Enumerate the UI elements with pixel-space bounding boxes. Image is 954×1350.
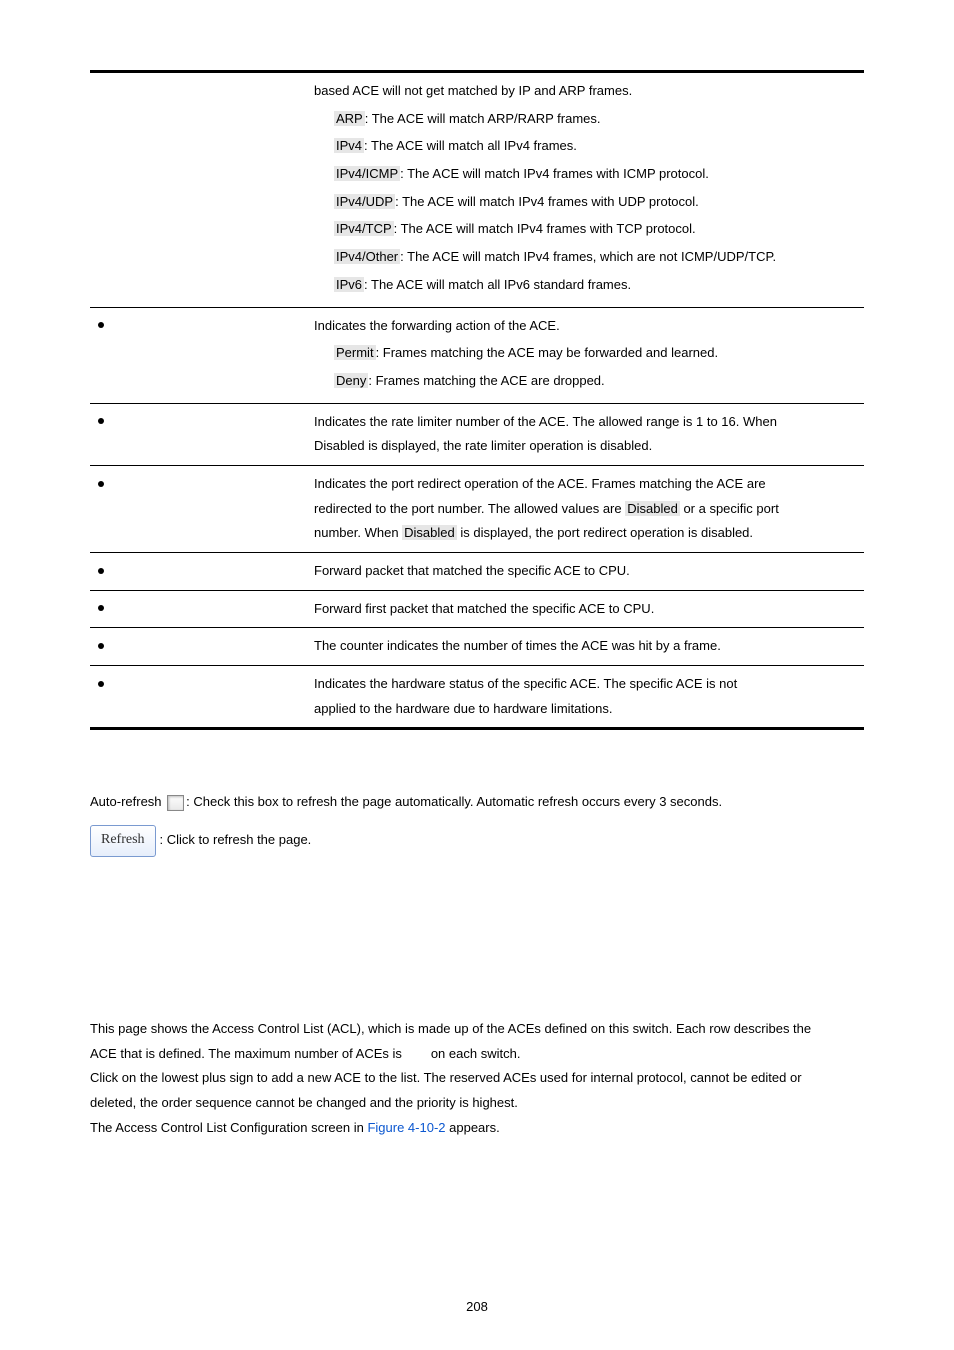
sub-item: IPv4/ICMP: The ACE will match IPv4 frame… [314,162,856,187]
text-line: applied to the hardware due to hardware … [314,697,856,722]
text-line: Forward first packet that matched the sp… [314,597,856,622]
text-line: Disabled is displayed, the rate limiter … [314,434,856,459]
sub-item: IPv6: The ACE will match all IPv6 standa… [314,273,856,298]
page-number: 208 [0,1295,954,1320]
text-line: deleted, the order sequence cannot be ch… [90,1091,864,1116]
body-paragraphs: This page shows the Access Control List … [90,1017,864,1140]
sub-item: IPv4/TCP: The ACE will match IPv4 frames… [314,217,856,242]
sub-item: Permit: Frames matching the ACE may be f… [314,341,856,366]
table-left-cell: Rate Limiter [90,403,306,465]
bullet-icon [98,322,104,328]
text-line: Click on the lowest plus sign to add a n… [90,1066,864,1091]
table-right-cell: Indicates the rate limiter number of the… [306,403,864,465]
parameters-table: based ACE will not get matched by IP and… [90,70,864,730]
sub-item: Deny: Frames matching the ACE are droppe… [314,369,856,394]
table-left-cell: CPU Once [90,590,306,628]
text-line: Indicates the port redirect operation of… [314,472,856,497]
bullet-icon [98,481,104,487]
refresh-description: Refresh : Click to refresh the page. [90,825,864,857]
sub-item: IPv4/Other: The ACE will match IPv4 fram… [314,245,856,270]
text-line: Indicates the forwarding action of the A… [314,314,856,339]
table-right-cell: Forward first packet that matched the sp… [306,590,864,628]
sub-item: IPv4/UDP: The ACE will match IPv4 frames… [314,190,856,215]
table-right-cell: Forward packet that matched the specific… [306,553,864,591]
text-line: ACE that is defined. The maximum number … [90,1042,864,1067]
table-left-cell: CPU [90,553,306,591]
figure-link: Figure 4-10-2 [367,1120,445,1135]
table-right-cell: The counter indicates the number of time… [306,628,864,666]
table-right-cell: Indicates the forwarding action of the A… [306,307,864,403]
text-line: number. When Disabled is displayed, the … [314,521,856,546]
table-left-cell [90,72,306,308]
table-right-cell: Indicates the hardware status of the spe… [306,666,864,729]
table-left-cell: Action [90,307,306,403]
bullet-icon [98,681,104,687]
text-line: Forward packet that matched the specific… [314,559,856,584]
text-line: The Access Control List Configuration sc… [90,1116,864,1141]
text-line: The counter indicates the number of time… [314,634,856,659]
bullet-icon [98,418,104,424]
section-heading: 4.10.2 Access Control List Configuration [90,967,864,999]
text: : Check this box to refresh the page aut… [186,794,722,809]
checkbox-icon [167,795,184,811]
bullet-icon [98,568,104,574]
text-line: based ACE will not get matched by IP and… [314,79,856,104]
sub-item: IPv4: The ACE will match all IPv4 frames… [314,134,856,159]
bullet-icon [98,605,104,611]
refresh-button-image: Refresh [90,825,156,857]
text: : Click to refresh the page. [160,832,312,847]
text-line: This page shows the Access Control List … [90,1017,864,1042]
text: Auto-refresh [90,794,165,809]
text-line: Indicates the hardware status of the spe… [314,672,856,697]
text-line: redirected to the port number. The allow… [314,497,856,522]
table-left-cell: Counter [90,628,306,666]
table-right-cell: based ACE will not get matched by IP and… [306,72,864,308]
table-left-cell: Conflict [90,666,306,729]
auto-refresh-description: Auto-refresh : Check this box to refresh… [90,790,864,815]
table-left-cell: Port Redirect [90,465,306,552]
bullet-icon [98,643,104,649]
text-line: Indicates the rate limiter number of the… [314,410,856,435]
sub-item: ARP: The ACE will match ARP/RARP frames. [314,107,856,132]
table-right-cell: Indicates the port redirect operation of… [306,465,864,552]
